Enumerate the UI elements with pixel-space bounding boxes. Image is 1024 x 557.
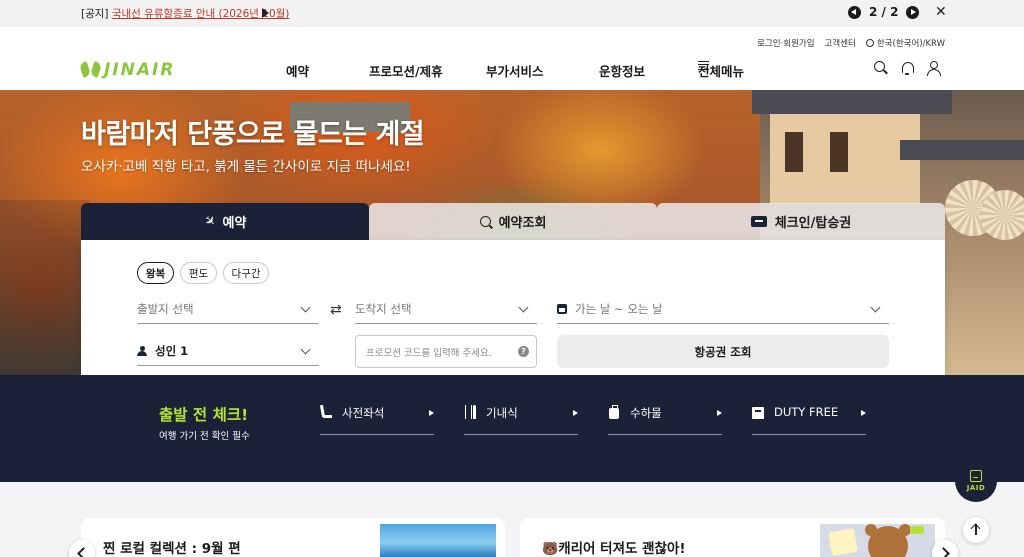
service-baggage[interactable]: 수하물 [608,405,722,435]
chevron-down-icon [300,302,311,313]
promo-code-input[interactable]: 프로모션 코드를 입력해 주세요. ? [355,335,537,368]
service-label: DUTY FREE [774,405,839,419]
notice-text[interactable]: [공지] 국내선 유류할증료 안내 (2026년 10월) [81,6,289,21]
close-icon[interactable]: ✕ [935,4,947,20]
all-menu-label: 전체메뉴 [698,64,745,79]
roof [752,90,952,114]
parasol [980,190,1024,240]
tab-booking-label: 예약 [222,216,247,231]
tab-checkin-label: 체크인/탑승권 [774,216,852,231]
nav-item-booking[interactable]: 예약 [286,61,309,80]
service-label: 기내식 [486,406,518,420]
luggage-icon [608,405,620,419]
customer-center-link[interactable]: 고객센터 [825,37,856,49]
airplane-icon: ✈ [199,212,219,231]
chevron-down-icon [870,302,881,313]
origin-select[interactable]: 출발지 선택 [137,294,319,324]
logo-text: JINAIR [104,60,176,80]
lake-image [380,524,496,557]
destination-placeholder: 도착지 선택 [355,301,412,316]
chevron-down-icon [300,344,311,355]
note-card [828,527,858,557]
hero-subtitle: 오사카·고베 직항 타고, 붉게 물든 간사이로 지금 떠나세요! [81,159,411,175]
globe-icon [865,39,874,47]
passenger-select[interactable]: 성인 1 [137,336,319,366]
nav-item-flight-info[interactable]: 운항정보 [599,61,645,80]
notice-pager: 2 / 2 [848,5,920,19]
arrow-right-icon [573,410,578,416]
window [785,132,803,172]
window [830,132,848,172]
trip-multi-city[interactable]: 다구간 [223,262,269,284]
nav-item-promotions[interactable]: 프로모션/제휴 [369,61,443,80]
language-currency-label: 한국(한국어)/KRW [876,39,945,49]
calendar-icon [557,303,567,314]
chatbot-label: JAID [966,484,986,492]
dates-placeholder: 가는 날 ~ 오는 날 [575,301,663,316]
trip-one-way[interactable]: 편도 [180,262,217,284]
logo[interactable]: JINAIR [81,60,175,80]
service-label: 수하물 [630,406,662,420]
card-title: 찐 로컬 컬렉션 : 9월 편 [103,541,241,557]
person-icon [137,345,147,356]
service-inflight-meal[interactable]: 기내식 [464,405,578,435]
fork-knife-icon [464,405,476,419]
hero-title: 바람마저 단풍으로 물드는 계절 [81,119,425,150]
chevron-down-icon [518,302,529,313]
roof [900,140,1024,160]
seat-icon [320,405,332,419]
booking-tabs: ✈ 예약 예약조회 체크인/탑승권 [81,203,945,240]
arrow-right-icon [861,410,866,416]
arrow-right-icon [717,410,722,416]
user-icon[interactable] [926,61,941,76]
tab-booking[interactable]: ✈ 예약 [81,203,369,240]
notice-tag: [공지] [81,8,109,20]
next-notice-button[interactable] [906,5,920,19]
boarding-pass-icon [750,216,767,227]
scroll-to-top-button[interactable] [963,517,989,543]
teddy-bear [865,524,911,557]
tab-checkin[interactable]: 체크인/탑승권 [657,203,945,240]
card-title-text: 캐리어 터져도 괜찮아! [558,541,686,557]
badge [910,526,924,534]
bear-image [820,524,935,557]
swap-icon[interactable]: ⇄ [330,302,342,318]
service-duty-free[interactable]: DUTY FREE [752,405,866,435]
login-signup-link[interactable]: 로그인·회원가입 [757,37,814,49]
trip-round-trip[interactable]: 왕복 [137,262,174,284]
play-icon[interactable] [262,8,269,18]
search-icon[interactable] [874,61,888,75]
service-label: 사전좌석 [342,406,385,420]
search-icon [479,216,491,227]
tab-booking-lookup[interactable]: 예약조회 [369,203,657,240]
passenger-count: 성인 1 [155,343,189,358]
bell-icon[interactable] [900,61,914,75]
card-title: 🐻캐리어 터져도 괜찮아! [542,537,686,557]
language-currency-selector[interactable]: 한국(한국어)/KRW [865,37,945,49]
origin-placeholder: 출발지 선택 [137,301,194,316]
nav-item-extra-services[interactable]: 부가서비스 [486,61,544,80]
pager-count: 2 / 2 [869,5,899,19]
help-icon[interactable]: ? [518,346,529,357]
destination-select[interactable]: 도착지 선택 [355,294,537,324]
arrow-right-icon [429,410,434,416]
shopping-bag-icon [752,405,764,419]
departure-check-subtitle: 여행 가기 전 확인 필수 [159,431,250,442]
utility-links: 로그인·회원가입 고객센터 한국(한국어)/KRW [757,37,945,49]
booking-panel: 왕복 편도 다구간 출발지 선택 ⇄ 도착지 선택 가는 날 ~ 오는 날 성인… [81,240,945,390]
header-icons [874,61,941,76]
date-range-picker[interactable]: 가는 날 ~ 오는 날 [557,294,889,324]
departure-check-title: 출발 전 체크! [159,406,249,424]
butterfly-logo-icon [81,62,100,78]
chatbot-button[interactable]: JAID [955,460,997,502]
promo-placeholder: 프로모션 코드를 입력해 주세요. [366,347,492,359]
notice-bar: [공지] 국내선 유류할증료 안내 (2026년 10월) 2 / 2 ✕ [0,0,1024,27]
hero-shadow [0,200,90,375]
prev-notice-button[interactable] [848,5,861,19]
tab-lookup-label: 예약조회 [498,216,547,231]
service-seat-selection[interactable]: 사전좌석 [320,405,434,435]
bear-icon: 🐻 [542,542,559,557]
flight-search-button[interactable]: 항공권 조회 [557,335,889,368]
robot-icon [970,470,982,482]
